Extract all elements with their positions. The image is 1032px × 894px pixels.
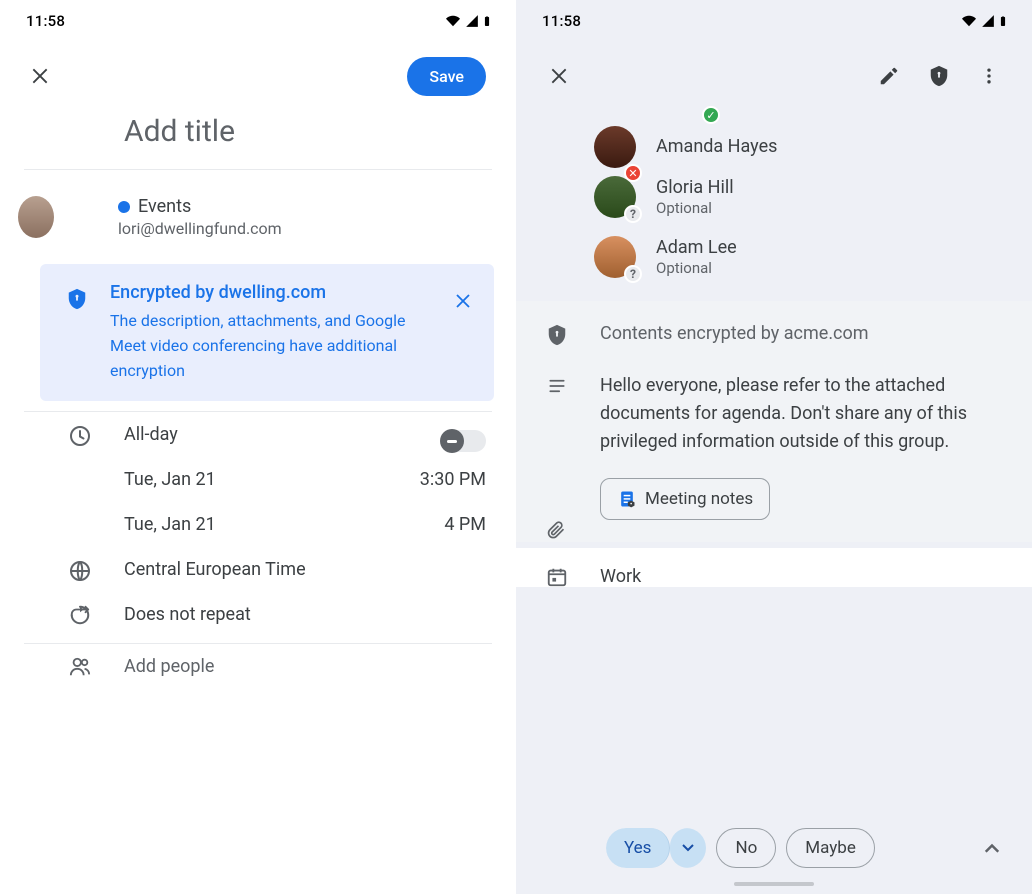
top-bar: Save <box>0 44 516 108</box>
rsvp-maybe-button[interactable]: Maybe <box>786 828 875 868</box>
chevron-down-icon <box>682 844 694 852</box>
create-event-screen: 11:58 Save Add title Events lori@dwellin… <box>0 0 516 894</box>
doc-icon <box>617 489 637 509</box>
title-placeholder: Add title <box>124 114 235 149</box>
status-icons <box>444 13 492 29</box>
title-field[interactable]: Add title <box>124 108 516 169</box>
guest-name: Adam Lee <box>656 237 737 258</box>
close-icon[interactable] <box>538 55 580 97</box>
status-bar: 11:58 <box>516 0 1032 38</box>
status-bar: 11:58 <box>0 0 516 38</box>
description-text: Hello everyone, please refer to the atta… <box>600 372 1010 456</box>
attachment-chip[interactable]: Meeting notes <box>600 478 770 520</box>
top-bar <box>516 44 1032 108</box>
battery-icon <box>482 13 492 29</box>
encryption-title: Encrypted by dwelling.com <box>110 282 476 303</box>
awaiting-badge-icon: ? <box>624 205 642 223</box>
close-icon[interactable] <box>30 66 50 86</box>
calendar-icon <box>546 566 568 588</box>
rsvp-yes-button[interactable]: Yes <box>606 828 670 868</box>
start-datetime-row[interactable]: Tue, Jan 21 3:30 PM <box>0 457 516 502</box>
rsvp-yes-group: Yes <box>606 828 706 868</box>
signal-icon <box>464 14 480 28</box>
encrypted-by-label: Contents encrypted by acme.com <box>600 323 1010 344</box>
start-date: Tue, Jan 21 <box>124 469 216 490</box>
divider <box>24 169 492 170</box>
clock-time: 11:58 <box>26 12 65 30</box>
details-section: Contents encrypted by acme.com Hello eve… <box>516 301 1032 542</box>
timezone-row[interactable]: Central European Time <box>0 547 516 592</box>
add-people-label: Add people <box>124 656 214 677</box>
calendar-name: Events <box>118 196 282 217</box>
clock-icon <box>68 424 92 448</box>
guest-name: Amanda Hayes <box>656 136 777 157</box>
end-time: 4 PM <box>444 514 486 535</box>
shield-icon <box>546 323 568 347</box>
battery-icon <box>998 13 1008 29</box>
save-button[interactable]: Save <box>407 57 486 96</box>
expand-icon[interactable] <box>974 830 1010 866</box>
people-icon <box>68 656 92 678</box>
more-icon[interactable] <box>968 55 1010 97</box>
repeat-label: Does not repeat <box>124 604 251 625</box>
guest-row[interactable]: ? Gloria Hill Optional <box>516 167 1032 227</box>
encryption-dismiss-icon[interactable] <box>454 292 472 310</box>
encryption-body: The description, attachments, and Google… <box>110 309 410 383</box>
allday-toggle[interactable] <box>442 430 486 452</box>
signal-icon <box>980 14 996 28</box>
guest-optional: Optional <box>656 259 737 277</box>
encryption-banner: Encrypted by dwelling.com The descriptio… <box>40 264 494 401</box>
start-time: 3:30 PM <box>420 469 486 490</box>
shield-icon <box>66 286 88 312</box>
calendar-label: Work <box>600 566 641 587</box>
guest-name: Gloria Hill <box>656 177 734 198</box>
rsvp-bar: Yes No Maybe <box>516 814 1032 894</box>
awaiting-badge-icon: ? <box>624 265 642 283</box>
calendar-color-dot <box>118 201 130 213</box>
repeat-icon <box>68 604 92 626</box>
allday-label: All-day <box>124 424 178 445</box>
repeat-row[interactable]: Does not repeat <box>0 592 516 637</box>
guest-row[interactable]: ? Adam Lee Optional <box>516 227 1032 287</box>
end-datetime-row[interactable]: Tue, Jan 21 4 PM <box>0 502 516 547</box>
clock-time: 11:58 <box>542 12 581 30</box>
wifi-icon <box>960 14 978 28</box>
shield-icon[interactable] <box>918 55 960 97</box>
account-row[interactable]: Events lori@dwellingfund.com <box>0 180 516 254</box>
calendar-row[interactable]: Work <box>516 548 1032 587</box>
description-icon <box>546 377 568 395</box>
rsvp-yes-dropdown[interactable] <box>670 828 706 868</box>
guest-row[interactable]: ✕ Amanda Hayes <box>516 126 1032 167</box>
accepted-badge-icon: ✓ <box>702 106 720 124</box>
attachment-icon <box>546 519 566 541</box>
event-details-screen: 11:58 ✓ <box>516 0 1032 894</box>
allday-row: All-day <box>0 412 516 457</box>
account-email: lori@dwellingfund.com <box>118 219 282 238</box>
guest-optional: Optional <box>656 199 734 217</box>
gesture-handle <box>734 882 814 886</box>
status-icons <box>960 13 1008 29</box>
attachment-label: Meeting notes <box>645 489 753 509</box>
avatar <box>594 126 636 168</box>
wifi-icon <box>444 14 462 28</box>
add-people-row[interactable]: Add people <box>0 644 516 689</box>
edit-icon[interactable] <box>868 55 910 97</box>
avatar <box>22 196 54 238</box>
globe-icon <box>68 559 92 583</box>
end-date: Tue, Jan 21 <box>124 514 216 535</box>
timezone-label: Central European Time <box>124 559 306 580</box>
rsvp-no-button[interactable]: No <box>716 828 776 868</box>
